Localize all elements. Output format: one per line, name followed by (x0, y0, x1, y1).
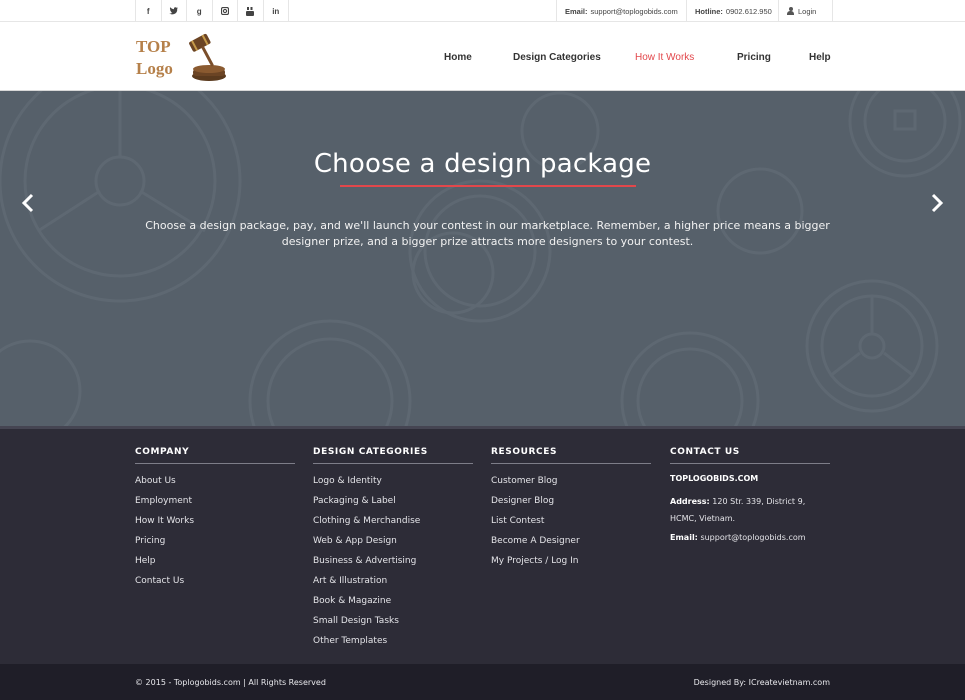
footer-link-designer-blog[interactable]: Designer Blog (491, 494, 651, 514)
footer-company-heading: COMPANY (135, 447, 295, 464)
bottom-bar: © 2015 - Toplogobids.com | All Rights Re… (0, 664, 965, 700)
footer-email-label: Email: (670, 533, 698, 542)
footer-link-how-it-works[interactable]: How It Works (135, 514, 295, 534)
footer-link-book-magazine[interactable]: Book & Magazine (313, 594, 473, 614)
social-links: f g in (135, 0, 289, 22)
footer-link-my-projects[interactable]: My Projects / Log In (491, 554, 651, 574)
topbar-email: Email: support@toplogobids.com (557, 0, 687, 22)
hero-title-underline (340, 185, 636, 187)
footer-link-other-templates[interactable]: Other Templates (313, 634, 473, 654)
nav-design-categories[interactable]: Design Categories (513, 52, 601, 63)
footer-link-list-contest[interactable]: List Contest (491, 514, 651, 534)
footer-link-become-designer[interactable]: Become A Designer (491, 534, 651, 554)
nav-how-it-works[interactable]: How It Works (635, 52, 694, 63)
footer-link-small-design-tasks[interactable]: Small Design Tasks (313, 614, 473, 634)
login-link[interactable]: Login (779, 0, 833, 22)
footer-link-about-us[interactable]: About Us (135, 474, 295, 494)
footer-link-art-illustration[interactable]: Art & Illustration (313, 574, 473, 594)
footer-company: COMPANY About Us Employment How It Works… (135, 447, 295, 594)
hero-description: Choose a design package, pay, and we'll … (145, 219, 830, 248)
footer-link-contact-us[interactable]: Contact Us (135, 574, 295, 594)
hero-slider: Choose a design package Choose a design … (0, 91, 965, 426)
footer-link-help[interactable]: Help (135, 554, 295, 574)
site-logo[interactable]: TOP Logo (135, 33, 230, 83)
footer-resources: RESOURCES Customer Blog Designer Blog Li… (491, 447, 651, 574)
contact-bar: Email: support@toplogobids.com Hotline: … (556, 0, 833, 22)
twitter-icon[interactable] (162, 0, 187, 22)
footer-link-logo-identity[interactable]: Logo & Identity (313, 474, 473, 494)
main-header: TOP Logo Home Design Categories How It W… (0, 23, 965, 91)
facebook-icon[interactable]: f (136, 0, 162, 22)
footer-link-web-app-design[interactable]: Web & App Design (313, 534, 473, 554)
site-footer: COMPANY About Us Employment How It Works… (0, 426, 965, 664)
copyright-text: © 2015 - Toplogobids.com | All Rights Re… (135, 678, 326, 687)
hotline-value: 0902.612.950 (725, 6, 772, 16)
hotline-label: Hotline: (695, 6, 723, 16)
footer-link-business-advertising[interactable]: Business & Advertising (313, 554, 473, 574)
footer-link-clothing-merchandise[interactable]: Clothing & Merchandise (313, 514, 473, 534)
hero-title: Choose a design package (313, 149, 652, 179)
top-bar: f g in Email: support@toplogobids.com Ho… (0, 0, 965, 22)
nav-help[interactable]: Help (809, 52, 831, 63)
email-value[interactable]: support@toplogobids.com (591, 7, 678, 16)
footer-email: Email: support@toplogobids.com (670, 533, 830, 542)
user-icon (787, 7, 794, 15)
gears-background (0, 91, 962, 426)
footer-address-label: Address: (670, 497, 710, 506)
google-plus-icon[interactable]: g (187, 0, 213, 22)
chevron-right-icon[interactable] (927, 191, 947, 215)
footer-link-customer-blog[interactable]: Customer Blog (491, 474, 651, 494)
email-label: Email: (565, 6, 588, 16)
footer-link-employment[interactable]: Employment (135, 494, 295, 514)
instagram-icon[interactable] (213, 0, 238, 22)
chevron-left-icon[interactable] (18, 191, 38, 215)
footer-contact: CONTACT US TOPLOGOBIDS.COM Address: 120 … (670, 447, 830, 542)
footer-contact-heading: CONTACT US (670, 447, 830, 464)
logo-text-bottom: Logo (136, 59, 173, 78)
footer-link-packaging-label[interactable]: Packaging & Label (313, 494, 473, 514)
login-label: Login (798, 6, 817, 16)
footer-brand: TOPLOGOBIDS.COM (670, 474, 759, 483)
gavel-icon (189, 33, 226, 81)
linkedin-icon[interactable]: in (264, 0, 289, 22)
nav-pricing[interactable]: Pricing (737, 52, 771, 63)
nav-home[interactable]: Home (444, 52, 472, 63)
footer-link-pricing[interactable]: Pricing (135, 534, 295, 554)
designed-by-text[interactable]: Designed By: ICreatevietnam.com (694, 678, 830, 687)
topbar-hotline: Hotline: 0902.612.950 (687, 0, 779, 22)
footer-contact-info: TOPLOGOBIDS.COM Address: 120 Str. 339, D… (670, 474, 830, 542)
youtube-icon[interactable] (238, 0, 264, 22)
footer-address: Address: 120 Str. 339, District 9, HCMC,… (670, 493, 830, 527)
logo-text-top: TOP (136, 37, 171, 56)
footer-design-categories: DESIGN CATEGORIES Logo & Identity Packag… (313, 447, 473, 654)
footer-email-value[interactable]: support@toplogobids.com (700, 533, 805, 542)
footer-resources-heading: RESOURCES (491, 447, 651, 464)
footer-categories-heading: DESIGN CATEGORIES (313, 447, 473, 464)
